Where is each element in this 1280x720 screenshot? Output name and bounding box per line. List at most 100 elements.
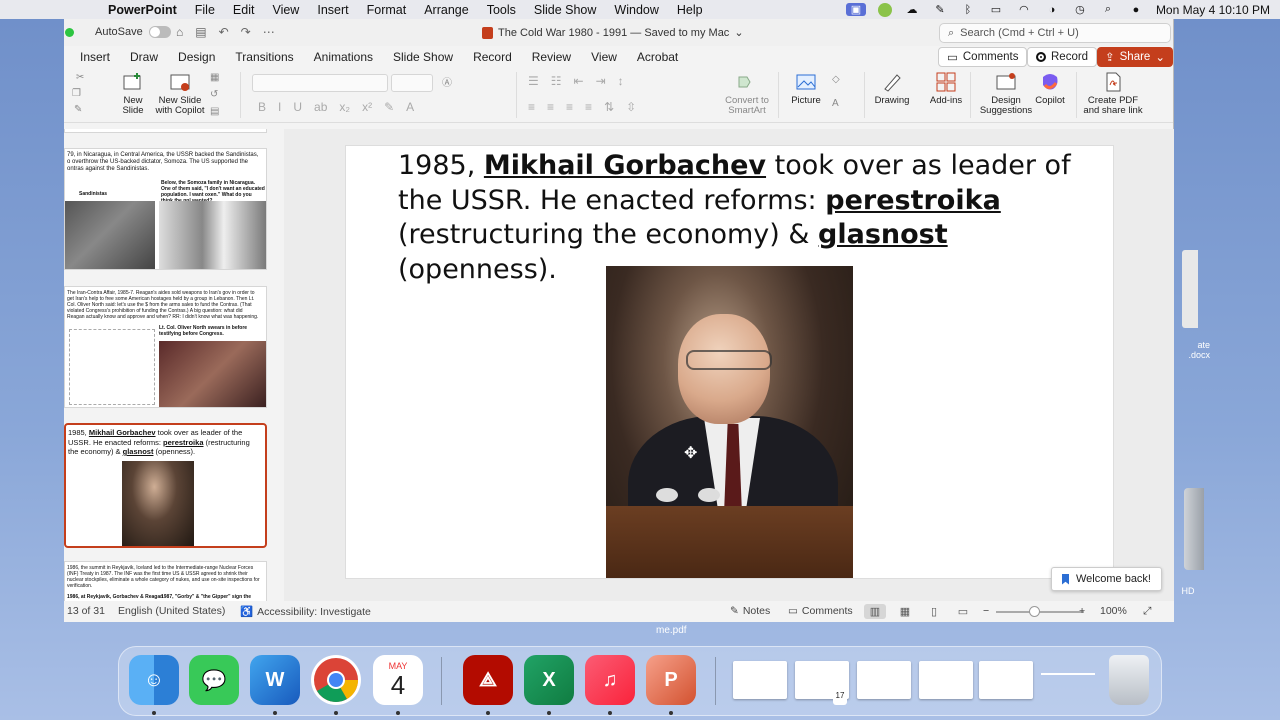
clock-status-icon[interactable]: ◷ <box>1072 3 1088 16</box>
slide-canvas[interactable]: 1985, Mikhail Gorbachev took over as lea… <box>346 146 1113 578</box>
shapes-icon[interactable]: ◇ <box>832 74 852 86</box>
comments-button[interactable]: ▭ Comments <box>938 47 1028 67</box>
undo-icon[interactable]: ↶ <box>219 25 229 39</box>
new-slide-button[interactable]: New Slide <box>116 71 150 116</box>
desktop-pdf-label[interactable]: me.pdf <box>656 625 687 636</box>
zoom-out-icon[interactable]: − <box>983 605 989 617</box>
align-text-icon[interactable]: ⇳ <box>626 100 636 114</box>
app-status-icon[interactable] <box>877 2 892 17</box>
underline-icon[interactable]: U <box>293 100 302 114</box>
notes-button[interactable]: ✎ Notes <box>730 605 770 617</box>
search-input[interactable]: ⌕ Search (Cmd + Ctrl + U) <box>939 23 1171 43</box>
minimized-window[interactable] <box>857 661 911 699</box>
slide-thumbnail-panel[interactable]: 79, in Nicaragua, in Central America, th… <box>64 129 284 601</box>
justify-icon[interactable]: ≡ <box>585 100 592 114</box>
copilot-button[interactable]: Copilot <box>1030 71 1070 106</box>
tab-acrobat[interactable]: Acrobat <box>627 50 688 64</box>
highlight-icon[interactable]: ✎ <box>384 100 394 114</box>
align-left-icon[interactable]: ≡ <box>528 100 535 114</box>
menu-file[interactable]: File <box>195 3 215 17</box>
creative-cloud-icon[interactable]: ☁ <box>904 3 920 16</box>
font-color-icon[interactable]: A <box>406 100 414 114</box>
hard-drive-label[interactable]: HD <box>1176 586 1200 596</box>
menu-edit[interactable]: Edit <box>233 3 255 17</box>
drawing-button[interactable]: Drawing <box>872 71 912 106</box>
font-size-select[interactable] <box>391 74 433 92</box>
section-icon[interactable]: ▤ <box>210 106 224 118</box>
finder-icon[interactable]: ☺ <box>129 655 179 705</box>
tab-record[interactable]: Record <box>463 50 522 64</box>
battery-icon[interactable]: ▭ <box>988 3 1004 16</box>
zoom-slider-handle[interactable] <box>1029 606 1040 617</box>
word-icon[interactable]: W <box>250 655 300 705</box>
subscript-icon[interactable]: x₂ <box>339 100 350 114</box>
wifi-icon[interactable]: ◠ <box>1016 3 1032 16</box>
superscript-icon[interactable]: x² <box>362 100 372 114</box>
menu-help[interactable]: Help <box>677 3 703 17</box>
chrome-icon[interactable] <box>311 655 361 705</box>
tab-transitions[interactable]: Transitions <box>225 50 303 64</box>
menu-clock[interactable]: Mon May 4 10:10 PM <box>1156 3 1270 17</box>
normal-view-button[interactable]: ▥ <box>864 604 886 619</box>
tab-view[interactable]: View <box>581 50 627 64</box>
align-right-icon[interactable]: ≡ <box>566 100 573 114</box>
spotlight-icon[interactable]: ⌕ <box>1100 3 1116 16</box>
control-center-icon[interactable]: ◑ <box>1044 3 1060 16</box>
presenter-view-button[interactable]: ▭ <box>952 604 974 619</box>
align-center-icon[interactable]: ≡ <box>547 100 554 114</box>
clear-formatting-icon[interactable]: Ⓐ <box>442 74 462 89</box>
menu-window[interactable]: Window <box>614 3 658 17</box>
share-button[interactable]: ⇪ Share ⌄ <box>1097 47 1173 67</box>
tab-animations[interactable]: Animations <box>304 50 383 64</box>
tab-design[interactable]: Design <box>168 50 225 64</box>
addins-button[interactable]: Add-ins <box>926 71 966 106</box>
calendar-icon[interactable]: MAY 4 <box>373 655 423 705</box>
reset-icon[interactable]: ↺ <box>210 89 224 101</box>
accessibility-checker[interactable]: ♿ Accessibility: Investigate <box>240 605 371 619</box>
strikethrough-icon[interactable]: ab <box>314 100 327 114</box>
desktop-file-label[interactable]: ate .docx <box>1176 340 1210 360</box>
menu-tools[interactable]: Tools <box>487 3 516 17</box>
minimized-window[interactable] <box>733 661 787 699</box>
welcome-back-toast[interactable]: Welcome back! <box>1051 567 1162 591</box>
copy-icon[interactable]: ❐ <box>72 88 86 100</box>
format-painter-icon[interactable]: ✎ <box>74 104 88 116</box>
powerpoint-icon[interactable]: P <box>646 655 696 705</box>
slide-thumbnail[interactable]: The Iran-Contra Affair, 1985-7. Reagan's… <box>64 286 267 408</box>
fit-slide-icon[interactable]: ⤢ <box>1143 605 1151 618</box>
menu-app-name[interactable]: PowerPoint <box>108 3 177 17</box>
minimized-window[interactable]: 17 <box>795 661 849 705</box>
hard-drive-icon[interactable] <box>1184 488 1204 570</box>
numbering-icon[interactable]: ☷ <box>551 74 562 88</box>
slide-thumbnail[interactable]: 79, in Nicaragua, in Central America, th… <box>64 148 267 270</box>
zoom-level[interactable]: 100% <box>1100 605 1127 617</box>
slide-thumbnail-current[interactable]: 1985, Mikhail Gorbachev took over as lea… <box>64 423 267 548</box>
design-suggestions-button[interactable]: Design Suggestions <box>976 71 1036 116</box>
menu-slide-show[interactable]: Slide Show <box>534 3 597 17</box>
menu-format[interactable]: Format <box>367 3 407 17</box>
line-spacing-icon[interactable]: ↕ <box>618 74 624 88</box>
bold-icon[interactable]: B <box>258 100 266 114</box>
menu-insert[interactable]: Insert <box>317 3 348 17</box>
layout-icon[interactable]: ▦ <box>210 72 224 84</box>
picture-button[interactable]: Picture <box>786 71 826 106</box>
screen-record-icon[interactable]: ▣ <box>845 3 866 16</box>
menu-view[interactable]: View <box>272 3 299 17</box>
home-icon[interactable]: ⌂ <box>176 25 183 39</box>
messages-icon[interactable]: 💬 <box>189 655 239 705</box>
save-icon[interactable]: ▤ <box>195 25 206 39</box>
italic-icon[interactable]: I <box>278 100 281 114</box>
language-indicator[interactable]: English (United States) <box>118 605 225 617</box>
slide-thumbnail[interactable]: 1986, the summit in Reykjavik, Iceland l… <box>64 561 267 601</box>
autosave-toggle[interactable] <box>148 26 171 38</box>
bluetooth-icon[interactable]: ᛒ <box>960 3 976 16</box>
slide-sorter-button[interactable]: ▦ <box>894 604 916 619</box>
desktop-file-icon[interactable] <box>1182 250 1198 328</box>
menu-arrange[interactable]: Arrange <box>424 3 468 17</box>
note-app-icon[interactable]: ✎ <box>932 3 948 16</box>
music-icon[interactable]: ♫ <box>585 655 635 705</box>
tab-insert[interactable]: Insert <box>64 50 120 64</box>
tab-review[interactable]: Review <box>522 50 581 64</box>
increase-indent-icon[interactable]: ⇥ <box>596 74 606 88</box>
cut-icon[interactable]: ✂ <box>76 72 90 84</box>
